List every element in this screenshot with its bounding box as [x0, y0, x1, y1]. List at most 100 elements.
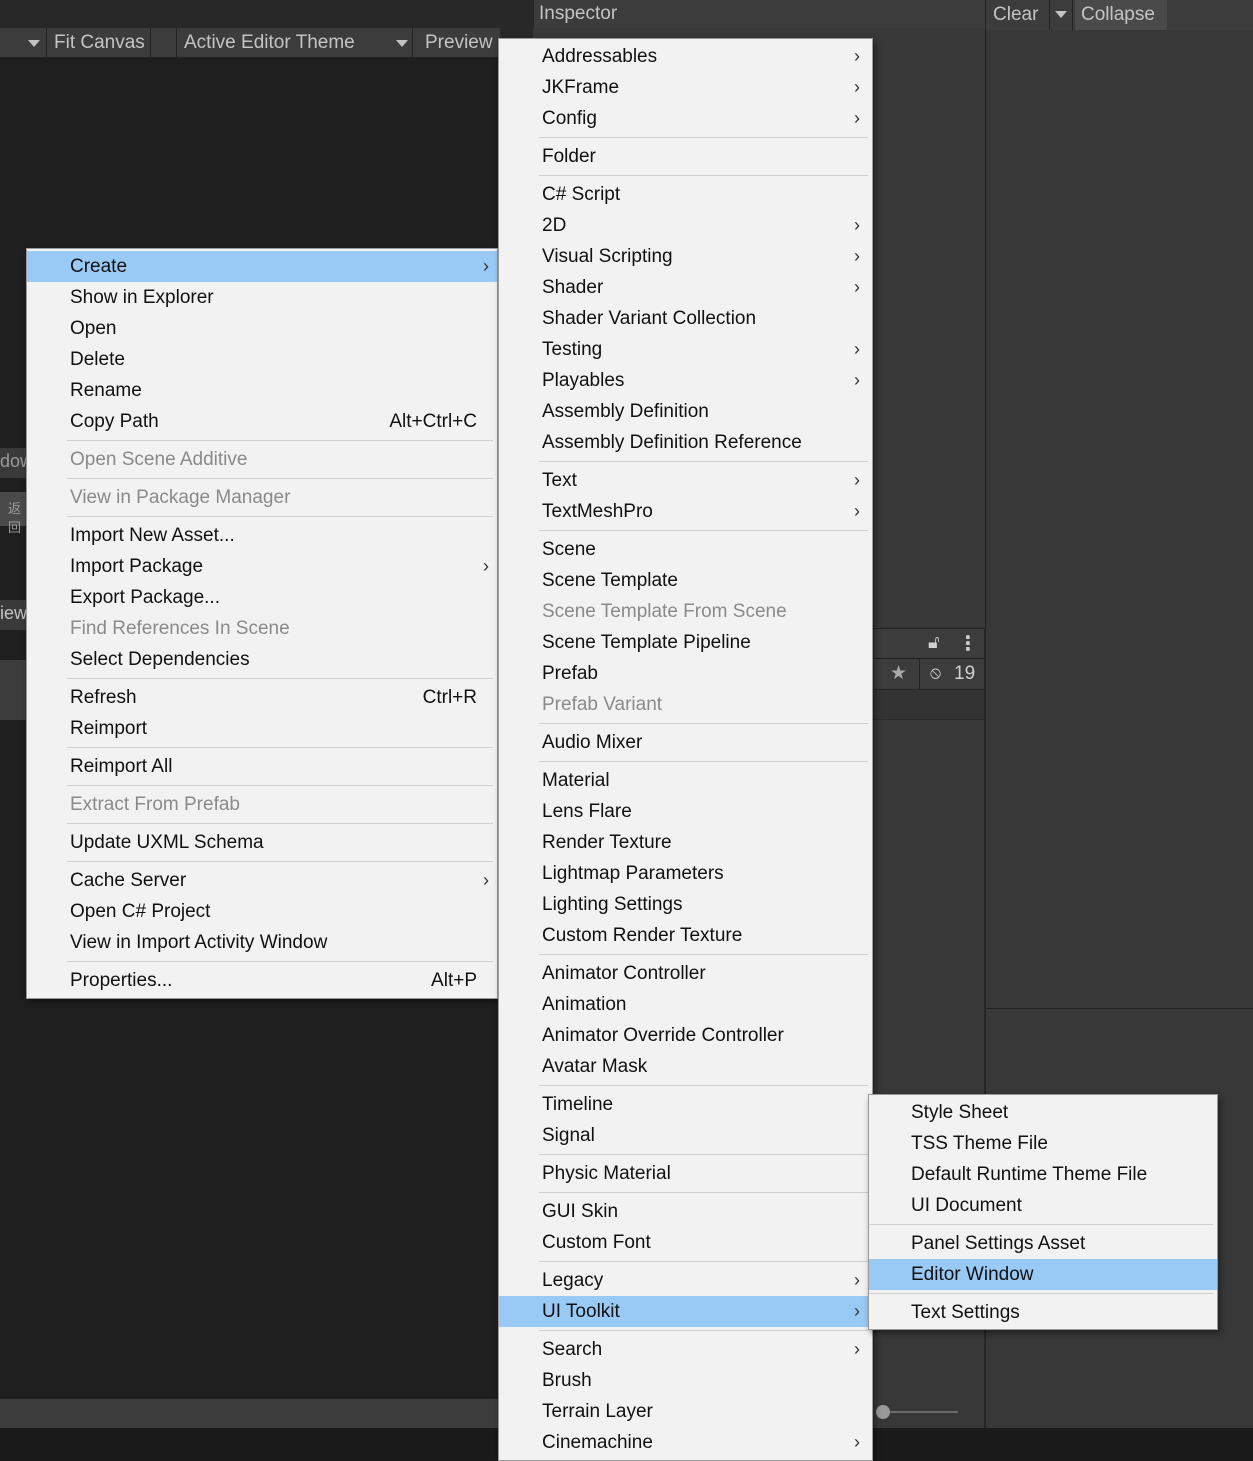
menu-item-create[interactable]: Create › [27, 251, 497, 282]
project-panel-header: 🔓︎ ⋮ [872, 628, 984, 658]
zoom-slider-track[interactable] [880, 1411, 958, 1413]
menu-item-view-in-import-activity-window[interactable]: View in Import Activity Window [27, 927, 497, 958]
menu-item-open-csharp-project[interactable]: Open C# Project [27, 896, 497, 927]
collapse-button[interactable]: Collapse [1075, 0, 1167, 30]
fit-canvas-button[interactable]: Fit Canvas [48, 28, 151, 58]
menu-item-custom-font[interactable]: Custom Font [499, 1227, 872, 1258]
zoom-slider-handle[interactable] [876, 1405, 890, 1419]
menu-item-label: Config [542, 108, 597, 129]
menu-item-shader-variant-collection[interactable]: Shader Variant Collection [499, 303, 872, 334]
menu-separator [499, 134, 872, 141]
menu-item-label: Open [70, 318, 117, 339]
menu-separator [499, 758, 872, 765]
menu-item-playables[interactable]: Playables › [499, 365, 872, 396]
menu-item-config[interactable]: Config › [499, 103, 872, 134]
menu-item-jkframe[interactable]: JKFrame › [499, 72, 872, 103]
project-panel-toolbar: ★ ⦸ 19 [872, 658, 984, 690]
menu-item-visual-scripting[interactable]: Visual Scripting › [499, 241, 872, 272]
menu-item-physic-material[interactable]: Physic Material [499, 1158, 872, 1189]
menu-item-label: Shader Variant Collection [542, 308, 757, 329]
menu-item-custom-render-texture[interactable]: Custom Render Texture [499, 920, 872, 951]
menu-item-copy-path[interactable]: Copy Path Alt+Ctrl+C [27, 406, 497, 437]
menu-separator [499, 720, 872, 727]
preview-button[interactable]: Preview [419, 28, 499, 58]
menu-item-addressables[interactable]: Addressables › [499, 41, 872, 72]
menu-separator [869, 1290, 1217, 1297]
menu-item-terrain-layer[interactable]: Terrain Layer [499, 1396, 872, 1427]
menu-item-scene[interactable]: Scene [499, 534, 872, 565]
menu-item-csharp-script[interactable]: C# Script [499, 179, 872, 210]
menu-item-prefab[interactable]: Prefab [499, 658, 872, 689]
menu-item-render-texture[interactable]: Render Texture [499, 827, 872, 858]
menu-item-lightmap-parameters[interactable]: Lightmap Parameters [499, 858, 872, 889]
menu-item-gui-skin[interactable]: GUI Skin [499, 1196, 872, 1227]
menu-item-select-dependencies[interactable]: Select Dependencies [27, 644, 497, 675]
menu-item-scene-template[interactable]: Scene Template [499, 565, 872, 596]
menu-item-import-package[interactable]: Import Package › [27, 551, 497, 582]
menu-item-animator-override-controller[interactable]: Animator Override Controller [499, 1020, 872, 1051]
menu-item-animator-controller[interactable]: Animator Controller [499, 958, 872, 989]
menu-item-properties[interactable]: Properties... Alt+P [27, 965, 497, 996]
menu-item-avatar-mask[interactable]: Avatar Mask [499, 1051, 872, 1082]
menu-item-reimport-all[interactable]: Reimport All [27, 751, 497, 782]
chevron-down-icon[interactable] [1055, 11, 1067, 18]
menu-item-search[interactable]: Search › [499, 1334, 872, 1365]
menu-item-label: Folder [542, 146, 596, 167]
menu-item-timeline[interactable]: Timeline [499, 1089, 872, 1120]
console-toolbar: Clear Collapse [985, 0, 1253, 30]
menu-item-cinemachine[interactable]: Cinemachine › [499, 1427, 872, 1458]
active-editor-theme-dropdown[interactable]: Active Editor Theme [178, 28, 361, 58]
menu-item-lighting-settings[interactable]: Lighting Settings [499, 889, 872, 920]
menu-item-show-in-explorer[interactable]: Show in Explorer [27, 282, 497, 313]
menu-item-label: Assembly Definition Reference [542, 432, 802, 453]
menu-item-export-package[interactable]: Export Package... [27, 582, 497, 613]
menu-item-editor-window[interactable]: Editor Window [869, 1259, 1217, 1290]
menu-item-folder[interactable]: Folder [499, 141, 872, 172]
menu-item-cache-server[interactable]: Cache Server › [27, 865, 497, 896]
menu-item-refresh[interactable]: Refresh Ctrl+R [27, 682, 497, 713]
menu-item-textmeshpro[interactable]: TextMeshPro › [499, 496, 872, 527]
dropdown-arrow-icon[interactable] [28, 40, 40, 47]
menu-item-open[interactable]: Open [27, 313, 497, 344]
menu-item-update-uxml-schema[interactable]: Update UXML Schema [27, 827, 497, 858]
menu-item-label: Open C# Project [70, 901, 211, 922]
menu-item-label: Select Dependencies [70, 649, 250, 670]
star-icon[interactable]: ★ [890, 662, 907, 685]
menu-item-ui-toolkit[interactable]: UI Toolkit › [499, 1296, 872, 1327]
menu-item-panel-settings-asset[interactable]: Panel Settings Asset [869, 1228, 1217, 1259]
menu-item-scene-template-pipeline[interactable]: Scene Template Pipeline [499, 627, 872, 658]
menu-item-label: Lens Flare [542, 801, 632, 822]
menu-item-style-sheet[interactable]: Style Sheet [869, 1097, 1217, 1128]
menu-item-assembly-definition-reference[interactable]: Assembly Definition Reference [499, 427, 872, 458]
menu-item-signal[interactable]: Signal [499, 1120, 872, 1151]
menu-item-testing[interactable]: Testing › [499, 334, 872, 365]
left-fragment-text: iew [0, 603, 28, 623]
menu-item-material[interactable]: Material [499, 765, 872, 796]
menu-item-2d[interactable]: 2D › [499, 210, 872, 241]
menu-item-shader[interactable]: Shader › [499, 272, 872, 303]
hidden-eye-icon[interactable]: ⦸ [930, 663, 941, 683]
chevron-right-icon: › [483, 556, 489, 576]
clear-button[interactable]: Clear [987, 0, 1044, 30]
menu-item-animation[interactable]: Animation [499, 989, 872, 1020]
project-panel-strip [872, 690, 984, 720]
inspector-tab[interactable]: Inspector [533, 0, 985, 28]
menu-item-text[interactable]: Text › [499, 465, 872, 496]
menu-item-default-runtime-theme-file[interactable]: Default Runtime Theme File [869, 1159, 1217, 1190]
menu-item-assembly-definition[interactable]: Assembly Definition [499, 396, 872, 427]
kebab-menu-icon[interactable]: ⋮ [958, 631, 978, 656]
menu-item-text-settings[interactable]: Text Settings [869, 1297, 1217, 1328]
menu-item-tss-theme-file[interactable]: TSS Theme File [869, 1128, 1217, 1159]
menu-item-reimport[interactable]: Reimport [27, 713, 497, 744]
menu-item-import-new-asset[interactable]: Import New Asset... [27, 520, 497, 551]
menu-item-label: Prefab [542, 663, 598, 684]
menu-item-ui-document[interactable]: UI Document [869, 1190, 1217, 1221]
menu-item-legacy[interactable]: Legacy › [499, 1265, 872, 1296]
menu-item-rename[interactable]: Rename [27, 375, 497, 406]
menu-item-brush[interactable]: Brush [499, 1365, 872, 1396]
menu-item-delete[interactable]: Delete [27, 344, 497, 375]
menu-item-lens-flare[interactable]: Lens Flare [499, 796, 872, 827]
lock-icon[interactable]: 🔓︎ [928, 632, 940, 653]
menu-item-audio-mixer[interactable]: Audio Mixer [499, 727, 872, 758]
chevron-right-icon: › [483, 870, 489, 890]
